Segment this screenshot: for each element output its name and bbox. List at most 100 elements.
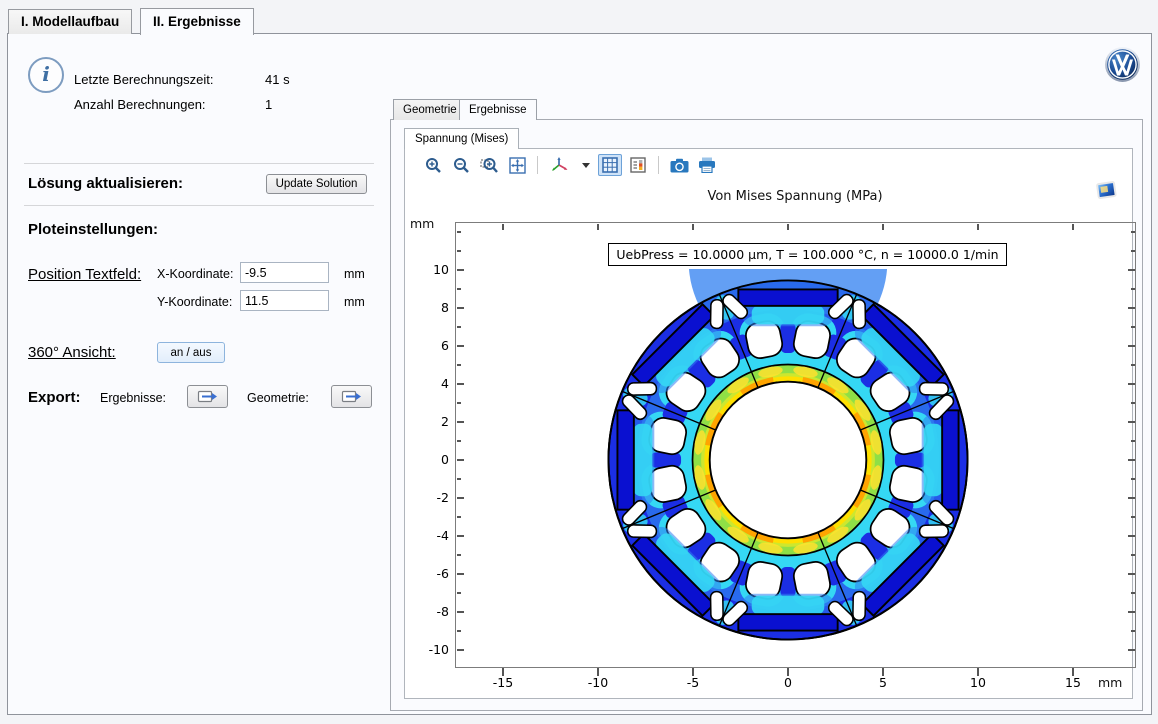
y-axis-unit: mm xyxy=(410,216,434,231)
y-tick-label: 4 xyxy=(405,376,449,391)
tab-ergebnisse-label: II. Ergebnisse xyxy=(153,14,241,29)
grid-toggle-button[interactable] xyxy=(598,154,622,176)
y-major-tick-right xyxy=(1128,459,1135,461)
update-solution-label: Lösung aktualisieren: xyxy=(28,175,183,192)
tab-ergebnisse-plot[interactable]: Ergebnisse xyxy=(459,99,537,120)
camera-icon xyxy=(670,158,689,173)
y-tick-label: 2 xyxy=(405,414,449,429)
y-minor-tick-right xyxy=(1131,478,1135,479)
zoom-box-icon xyxy=(480,157,498,174)
y-major-tick-right xyxy=(1128,345,1135,347)
y-major-tick-right xyxy=(1128,649,1135,651)
y-unit-label: mm xyxy=(344,295,365,309)
y-minor-tick xyxy=(457,231,461,232)
y-minor-tick-right xyxy=(1131,516,1135,517)
y-minor-tick-right xyxy=(1131,364,1135,365)
info-icon: i xyxy=(28,57,64,93)
y-minor-tick-right xyxy=(1131,592,1135,593)
y-minor-tick-right xyxy=(1131,630,1135,631)
y-coordinate-label: Y-Koordinate: xyxy=(157,295,232,309)
zoom-out-button[interactable] xyxy=(449,154,473,176)
y-tick-label: 8 xyxy=(405,300,449,315)
snapshot-button[interactable] xyxy=(667,154,691,176)
x-major-tick-top xyxy=(787,224,789,230)
y-major-tick-right xyxy=(1128,421,1135,423)
y-minor-tick-right xyxy=(1131,288,1135,289)
y-major-tick xyxy=(457,421,464,423)
rotor-svg xyxy=(597,269,979,651)
y-tick-label: -10 xyxy=(405,642,449,657)
app-window: I. Modellaufbau II. Ergebnisse i Letzte … xyxy=(0,0,1158,724)
y-major-tick xyxy=(457,307,464,309)
zoom-extents-button[interactable] xyxy=(505,154,529,176)
update-solution-button[interactable]: Update Solution xyxy=(266,174,367,194)
view-360-label: 360° Ansicht: xyxy=(28,344,116,361)
y-tick-label: -4 xyxy=(405,528,449,543)
y-minor-tick xyxy=(457,440,461,441)
zoom-in-button[interactable] xyxy=(421,154,445,176)
export-results-label: Ergebnisse: xyxy=(100,391,166,405)
plot-group-badge-icon[interactable] xyxy=(1095,180,1119,202)
y-major-tick xyxy=(457,535,464,537)
y-tick-label: 0 xyxy=(405,452,449,467)
x-tick-label: 0 xyxy=(763,675,813,690)
view-360-toggle-button[interactable]: an / aus xyxy=(157,342,225,363)
y-tick-label: -8 xyxy=(405,604,449,619)
toolbar-separator xyxy=(658,156,659,174)
x-coordinate-field[interactable] xyxy=(240,262,329,283)
stress-plot-rotor[interactable] xyxy=(597,269,979,651)
view-orientation-dropdown[interactable] xyxy=(578,154,594,176)
y-minor-tick xyxy=(457,554,461,555)
x-tick-label: -10 xyxy=(573,675,623,690)
x-tick-label: -15 xyxy=(478,675,528,690)
x-tick-label: -5 xyxy=(668,675,718,690)
divider xyxy=(24,163,374,164)
tab-ergebnisse[interactable]: II. Ergebnisse xyxy=(140,8,254,35)
y-tick-label: -2 xyxy=(405,490,449,505)
grid-icon xyxy=(602,157,618,173)
y-minor-tick xyxy=(457,288,461,289)
tab-geometrie[interactable]: Geometrie xyxy=(393,99,467,120)
x-coordinate-label: X-Koordinate: xyxy=(157,267,233,281)
y-major-tick xyxy=(457,383,464,385)
export-results-button[interactable] xyxy=(187,385,228,408)
y-major-tick-right xyxy=(1128,307,1135,309)
export-icon xyxy=(341,389,362,404)
view-orientation-icon xyxy=(550,156,570,174)
y-major-tick xyxy=(457,573,464,575)
y-major-tick xyxy=(457,269,464,271)
toolbar-separator xyxy=(537,156,538,174)
view-orientation-button[interactable] xyxy=(546,154,574,176)
y-minor-tick-right xyxy=(1131,231,1135,232)
y-major-tick-right xyxy=(1128,535,1135,537)
export-heading: Export: xyxy=(28,389,81,406)
tab-spannung-mises[interactable]: Spannung (Mises) xyxy=(404,128,519,149)
x-tick-label: 10 xyxy=(953,675,1003,690)
plot-toolbar xyxy=(405,150,1131,180)
y-minor-tick xyxy=(457,364,461,365)
y-major-tick-right xyxy=(1128,611,1135,613)
tab-modellaufbau[interactable]: I. Modellaufbau xyxy=(8,9,132,34)
y-major-tick-right xyxy=(1128,383,1135,385)
y-minor-tick xyxy=(457,326,461,327)
zoom-box-button[interactable] xyxy=(477,154,501,176)
y-minor-tick-right xyxy=(1131,402,1135,403)
computation-count-value: 1 xyxy=(265,97,272,112)
y-minor-tick xyxy=(457,592,461,593)
y-major-tick-right xyxy=(1128,573,1135,575)
y-minor-tick xyxy=(457,250,461,251)
color-legend-toggle-button[interactable] xyxy=(626,154,650,176)
plot-annotation-box: UebPress = 10.0000 μm, T = 100.000 °C, n… xyxy=(608,243,1007,266)
y-major-tick-right xyxy=(1128,497,1135,499)
zoom-extents-icon xyxy=(509,157,526,174)
y-major-tick-right xyxy=(1128,269,1135,271)
export-icon xyxy=(197,389,218,404)
x-major-tick-top xyxy=(977,224,979,230)
export-geometry-button[interactable] xyxy=(331,385,372,408)
printer-icon xyxy=(698,157,716,173)
vw-logo xyxy=(1104,46,1141,83)
x-major-tick-top xyxy=(1072,224,1074,230)
print-button[interactable] xyxy=(695,154,719,176)
y-coordinate-field[interactable] xyxy=(240,290,329,311)
x-tick-label: 5 xyxy=(858,675,908,690)
